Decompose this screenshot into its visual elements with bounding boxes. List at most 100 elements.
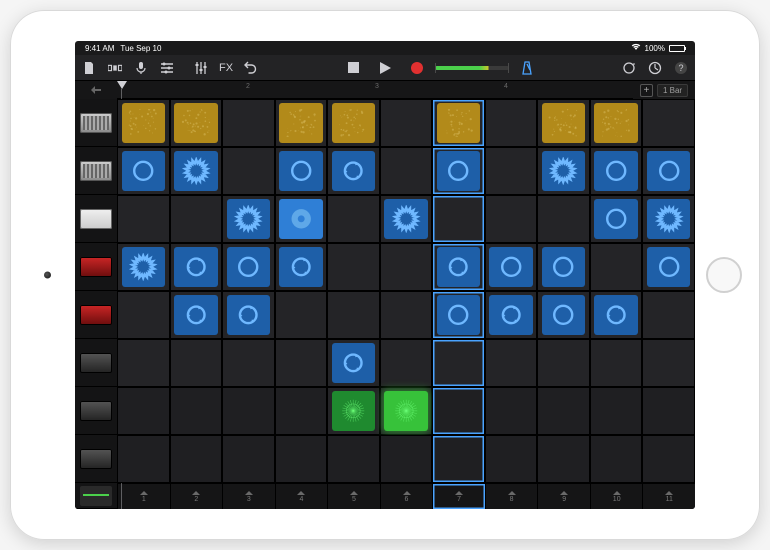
loop-clip[interactable] — [332, 151, 375, 191]
grid-cell[interactable] — [222, 195, 275, 243]
my-songs-icon[interactable] — [81, 60, 97, 76]
track-header[interactable] — [75, 387, 117, 435]
track-header[interactable] — [75, 243, 117, 291]
grid-cell[interactable] — [590, 243, 643, 291]
mic-icon[interactable] — [133, 60, 149, 76]
grid-cell[interactable] — [275, 387, 328, 435]
stop-button[interactable] — [345, 60, 361, 76]
grid-cell[interactable] — [537, 195, 590, 243]
loop-clip[interactable] — [279, 199, 322, 239]
grid-cell[interactable] — [275, 243, 328, 291]
loop-clip[interactable] — [332, 391, 375, 431]
grid-cell[interactable] — [170, 147, 223, 195]
grid-cell[interactable] — [117, 99, 170, 147]
grid-cell[interactable] — [590, 291, 643, 339]
grid-cell[interactable] — [275, 147, 328, 195]
grid-cell[interactable] — [222, 99, 275, 147]
grid-cell[interactable] — [537, 147, 590, 195]
browser-icon[interactable] — [107, 60, 123, 76]
grid-cell[interactable] — [485, 435, 538, 483]
grid-cell[interactable] — [537, 435, 590, 483]
grid-cell[interactable] — [485, 291, 538, 339]
grid-cell[interactable] — [537, 387, 590, 435]
loop-clip[interactable] — [174, 295, 217, 335]
loop-clip[interactable] — [594, 199, 637, 239]
grid-cell[interactable] — [590, 387, 643, 435]
grid-cell[interactable] — [222, 339, 275, 387]
grid-cell[interactable] — [222, 147, 275, 195]
grid-cell[interactable] — [380, 195, 433, 243]
loop-clip[interactable] — [384, 199, 427, 239]
grid-cell[interactable] — [222, 291, 275, 339]
loop-clip[interactable] — [227, 295, 270, 335]
grid-cell[interactable] — [170, 99, 223, 147]
grid-cell[interactable] — [432, 99, 485, 147]
mixer-icon[interactable] — [193, 60, 209, 76]
grid-cell[interactable] — [117, 243, 170, 291]
help-icon[interactable]: ? — [673, 60, 689, 76]
loop-clip[interactable] — [279, 247, 322, 287]
loop-clip[interactable] — [542, 295, 585, 335]
column-trigger[interactable]: 5 — [327, 484, 380, 509]
grid-cell[interactable] — [432, 147, 485, 195]
grid-cell[interactable] — [537, 243, 590, 291]
loop-clip[interactable] — [594, 103, 637, 143]
loop-clip[interactable] — [174, 247, 217, 287]
grid-cell[interactable] — [590, 99, 643, 147]
grid-cell[interactable] — [642, 147, 695, 195]
loop-clip[interactable] — [437, 151, 480, 191]
grid-cell[interactable] — [275, 99, 328, 147]
column-trigger[interactable]: 7 — [432, 484, 485, 509]
column-trigger[interactable]: 6 — [380, 484, 433, 509]
loop-clip[interactable] — [647, 199, 690, 239]
grid-cell[interactable] — [327, 435, 380, 483]
loop-clip[interactable] — [594, 151, 637, 191]
column-trigger[interactable]: 11 — [642, 484, 695, 509]
grid-cell[interactable] — [170, 339, 223, 387]
grid-cell[interactable] — [485, 243, 538, 291]
grid-cell[interactable] — [170, 387, 223, 435]
grid-cell[interactable] — [170, 435, 223, 483]
track-header[interactable] — [75, 291, 117, 339]
grid-cell[interactable] — [590, 195, 643, 243]
grid-cell[interactable] — [222, 243, 275, 291]
grid-cell[interactable] — [327, 147, 380, 195]
grid-cell[interactable] — [275, 291, 328, 339]
grid-cell[interactable] — [327, 99, 380, 147]
grid-cell[interactable] — [117, 195, 170, 243]
grid-cell[interactable] — [275, 195, 328, 243]
loop-browser-icon[interactable] — [621, 60, 637, 76]
column-trigger[interactable]: 1 — [117, 484, 170, 509]
settings-icon[interactable] — [647, 60, 663, 76]
grid-cell[interactable] — [275, 435, 328, 483]
grid-cell[interactable] — [642, 339, 695, 387]
loop-clip[interactable] — [437, 103, 480, 143]
loop-clip[interactable] — [122, 151, 165, 191]
grid-cell[interactable] — [380, 339, 433, 387]
track-header[interactable] — [75, 147, 117, 195]
loop-clip[interactable] — [122, 103, 165, 143]
grid-cell[interactable] — [432, 435, 485, 483]
grid-cell[interactable] — [590, 435, 643, 483]
column-trigger[interactable]: 4 — [275, 484, 328, 509]
grid-cell[interactable] — [642, 435, 695, 483]
grid-cell[interactable] — [485, 147, 538, 195]
column-trigger[interactable]: 2 — [170, 484, 223, 509]
grid-cell[interactable] — [642, 387, 695, 435]
grid-cell[interactable] — [222, 435, 275, 483]
track-header[interactable] — [75, 435, 117, 483]
track-header[interactable] — [75, 99, 117, 147]
column-trigger[interactable]: 3 — [222, 484, 275, 509]
track-header[interactable] — [75, 339, 117, 387]
grid-cell[interactable] — [485, 195, 538, 243]
grid-cell[interactable] — [380, 243, 433, 291]
loop-clip[interactable] — [332, 343, 375, 383]
grid-cell[interactable] — [642, 99, 695, 147]
grid-cell[interactable] — [537, 291, 590, 339]
track-header[interactable] — [75, 195, 117, 243]
grid-cell[interactable] — [537, 99, 590, 147]
grid-cell[interactable] — [170, 243, 223, 291]
grid-cell[interactable] — [537, 339, 590, 387]
add-section-button[interactable]: + — [640, 84, 653, 97]
record-button[interactable] — [409, 60, 425, 76]
